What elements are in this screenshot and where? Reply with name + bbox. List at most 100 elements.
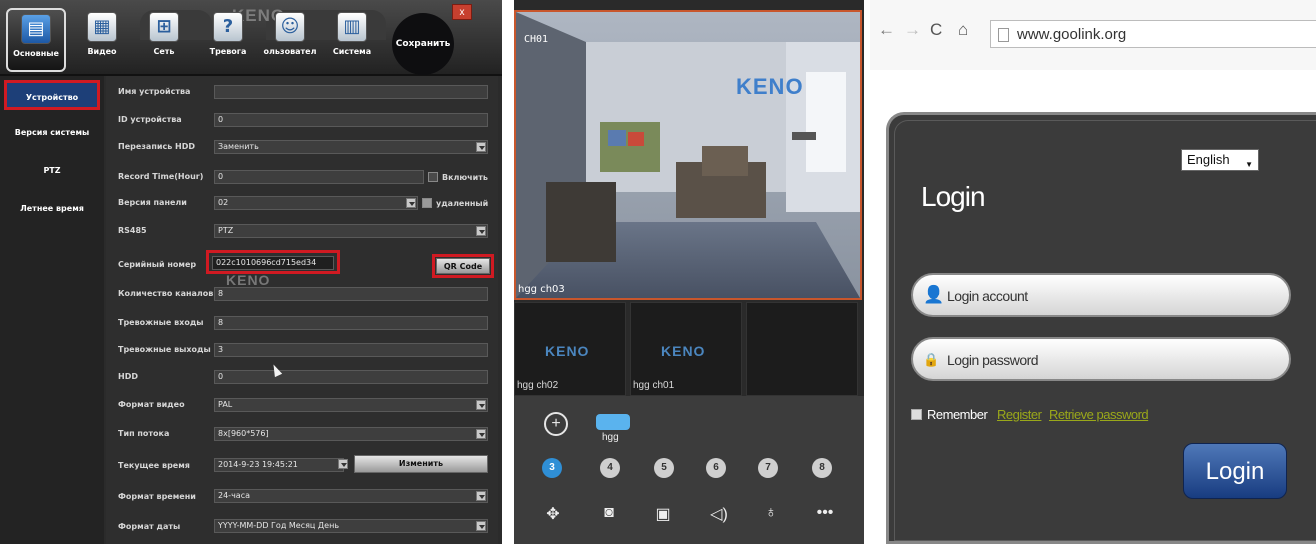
move-icon[interactable]: ✥	[540, 504, 566, 524]
login-button[interactable]: Login	[1183, 443, 1287, 499]
language-select[interactable]: English ▼	[1181, 149, 1259, 171]
remember-checkbox[interactable]	[911, 409, 922, 420]
camera-thumbnail[interactable]: KENO hgg ch01	[630, 302, 742, 396]
sidebar-item-ptz[interactable]: PTZ	[4, 156, 100, 186]
time-format-select[interactable]: 24-часа	[214, 489, 488, 503]
select-value: 24-часа	[218, 491, 250, 500]
channel-button[interactable]: 7	[758, 458, 778, 478]
device-icon[interactable]	[596, 414, 630, 430]
video-icon: ▦	[87, 12, 117, 42]
row-label: ID устройства	[118, 115, 182, 124]
user-icon: 👤	[923, 285, 945, 304]
user-icon: ☺	[275, 12, 305, 42]
tab-network[interactable]: ⊞ Сеть	[134, 8, 194, 72]
row-label: Формат видео	[118, 400, 185, 409]
stream-type-select[interactable]: 8x[960*576]	[214, 427, 488, 441]
chevron-down-icon	[406, 198, 416, 208]
chevron-down-icon	[476, 521, 486, 531]
row-label: Формат времени	[118, 492, 196, 501]
video-format-select[interactable]: PAL	[214, 398, 488, 412]
camera-thumbnail[interactable]: KENO hgg ch02	[514, 302, 626, 396]
select-value: PTZ	[218, 226, 234, 235]
page-icon	[998, 28, 1009, 42]
sidebar-item-dst[interactable]: Летнее время	[4, 194, 100, 224]
mobile-camera-panel: CH01 KENO hgg ch03 KENO hgg ch02 KENO hg…	[514, 0, 864, 544]
qr-code-button[interactable]: QR Code	[436, 258, 490, 274]
back-icon[interactable]: ←	[878, 20, 895, 40]
camera-caption: hgg ch02	[517, 380, 559, 391]
chevron-down-icon	[476, 491, 486, 501]
reload-icon[interactable]: C	[930, 20, 942, 40]
forward-icon[interactable]: →	[904, 20, 921, 40]
close-button[interactable]: x	[452, 4, 472, 20]
channel-button[interactable]: 5	[654, 458, 674, 478]
url-text: www.goolink.org	[1017, 26, 1127, 43]
channel-button[interactable]: 6	[706, 458, 726, 478]
serial-number-field[interactable]: 022c1010696cd715ed34	[212, 256, 334, 270]
date-format-select[interactable]: YYYY-MM-DD Год Месяц День	[214, 519, 488, 533]
time-spinner-icon[interactable]	[338, 459, 348, 469]
home-icon[interactable]: ⌂	[958, 20, 968, 40]
select-value: PAL	[218, 400, 233, 409]
tab-system[interactable]: ▥ Система	[322, 8, 382, 72]
network-icon: ⊞	[149, 12, 179, 42]
microphone-icon[interactable]: ♁	[758, 504, 784, 522]
hdd-overwrite-select[interactable]: Заменить	[214, 140, 488, 154]
home-icon: ▤	[21, 14, 51, 44]
device-settings-form: Имя устройства ID устройства 0 Перезапис…	[106, 76, 498, 544]
change-time-button[interactable]: Изменить	[354, 455, 488, 473]
tab-video[interactable]: ▦ Видео	[72, 8, 132, 72]
row-label: Формат даты	[118, 522, 181, 531]
tab-label: Система	[332, 47, 372, 56]
chevron-down-icon: ▼	[1245, 160, 1253, 169]
keno-logo: KENO	[545, 343, 590, 359]
device-id-field[interactable]: 0	[214, 113, 488, 127]
keno-logo: KENO	[661, 343, 706, 359]
row-label: RS485	[118, 226, 147, 235]
camera-feed-image	[516, 12, 860, 298]
rs485-select[interactable]: PTZ	[214, 224, 488, 238]
current-time-field[interactable]: 2014-9-23 19:45:21	[214, 458, 344, 472]
row-label: Тип потока	[118, 429, 170, 438]
record-time-field[interactable]: 0	[214, 170, 424, 184]
panel-version-select[interactable]: 02	[214, 196, 418, 210]
account-field[interactable]: 👤 Login account	[911, 273, 1291, 317]
address-bar[interactable]: www.goolink.org	[990, 20, 1316, 48]
row-label: Тревожные входы	[118, 318, 204, 327]
row-label: Тревожные выходы	[118, 345, 211, 354]
add-device-icon[interactable]: +	[544, 412, 568, 436]
camera-caption: hgg ch03	[518, 284, 565, 295]
remote-checkbox[interactable]	[422, 198, 432, 208]
device-name-field[interactable]	[214, 85, 488, 99]
login-card: English ▼ Login 👤 Login account 🔒 Login …	[886, 112, 1316, 544]
remember-label: Remember	[927, 407, 988, 422]
channel-button[interactable]: 4	[600, 458, 620, 478]
enable-checkbox[interactable]	[428, 172, 438, 182]
checkbox-label: Включить	[442, 173, 488, 182]
password-field[interactable]: 🔒 Login password	[911, 337, 1291, 381]
sidebar-item-device[interactable]: Устройство	[4, 80, 100, 110]
camera-icon[interactable]: ◙	[596, 504, 622, 522]
page-title: Login	[921, 181, 986, 212]
control-bar: + hgg 3 4 5 6 7 8 ✥ ◙ ▣ ◁) ♁ •••	[514, 396, 864, 544]
select-value: English	[1187, 152, 1230, 167]
hdd-field: 0	[214, 370, 488, 384]
channel-button[interactable]: 8	[812, 458, 832, 478]
row-label: Количество каналов	[118, 289, 214, 298]
save-button[interactable]: Сохранить	[392, 13, 454, 75]
more-icon[interactable]: •••	[812, 504, 838, 522]
checkbox-label: удаленный	[436, 199, 489, 208]
tab-basic[interactable]: ▤ Основные	[6, 8, 66, 72]
dvr-sidebar: Устройство Версия системы PTZ Летнее вре…	[0, 76, 104, 544]
speaker-icon[interactable]: ◁)	[706, 504, 732, 524]
sidebar-item-system-version[interactable]: Версия системы	[4, 118, 100, 148]
tab-user[interactable]: ☺ ользовател	[260, 8, 320, 72]
select-value: Заменить	[218, 142, 259, 151]
register-link[interactable]: Register	[997, 407, 1042, 422]
record-icon[interactable]: ▣	[650, 504, 676, 524]
tab-alarm[interactable]: ? Тревога	[198, 8, 258, 72]
retrieve-password-link[interactable]: Retrieve password	[1049, 407, 1149, 422]
main-video-view[interactable]: CH01 KENO hgg ch03	[514, 10, 862, 300]
channel-button[interactable]: 3	[542, 458, 562, 478]
camera-thumbnail-empty[interactable]	[746, 302, 858, 396]
